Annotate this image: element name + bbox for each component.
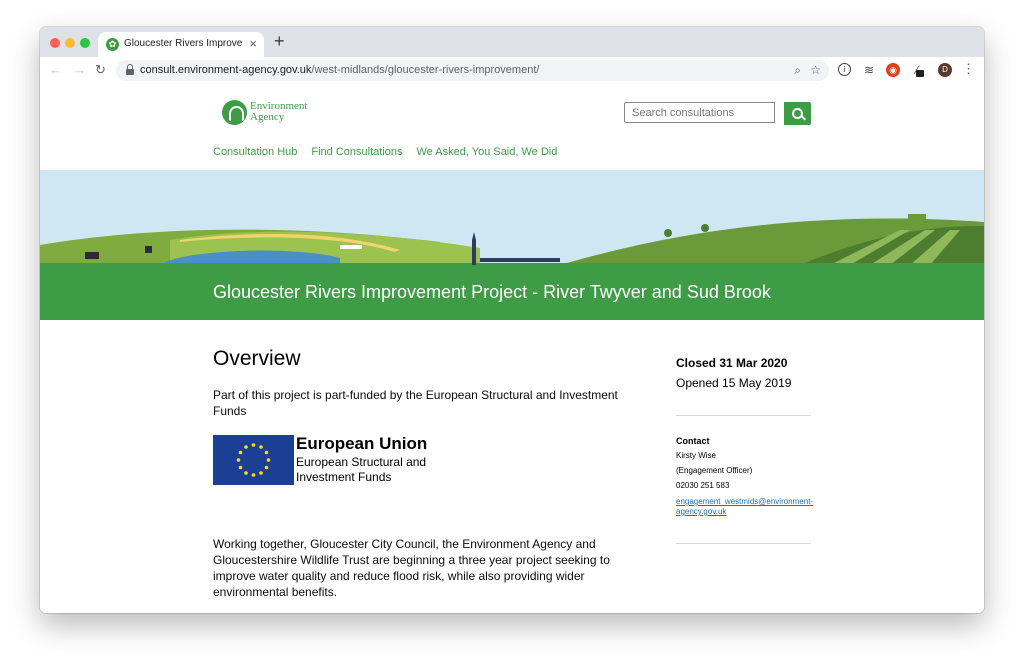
reload-icon[interactable]: ↻ (95, 62, 106, 78)
tree-2 (701, 224, 709, 232)
browser-toolbar: ← → ↻ consult.environment-agency.gov.uk/… (40, 57, 984, 85)
eu-flag-background (213, 435, 294, 485)
eu-star-icon (266, 458, 271, 462)
eu-title: European Union (296, 434, 428, 453)
shield-extension-icon[interactable]: ◉ (886, 63, 900, 77)
eu-star-icon (236, 458, 241, 462)
zoom-icon[interactable]: ⌕ (794, 63, 801, 78)
bookmark-star-icon[interactable]: ☆ (810, 63, 821, 77)
page-title-bar: Gloucester Rivers Improvement Project - … (40, 265, 984, 320)
eu-subtitle: European Structural and Investment Funds (296, 455, 427, 484)
eu-star-icon (238, 450, 243, 455)
funding-text: Part of this project is part-funded by t… (213, 388, 618, 418)
eu-flag-icon (213, 435, 294, 485)
opened-date: Opened 15 May 2019 (676, 376, 792, 390)
cow-2 (145, 246, 152, 253)
eu-star-icon (264, 465, 269, 470)
profile-avatar[interactable]: D (938, 63, 952, 77)
search-input[interactable] (624, 102, 775, 123)
layers-extension-icon[interactable]: ≋ (862, 63, 876, 77)
url-path: /west-midlands/gloucester-rivers-improve… (311, 64, 540, 76)
eu-star-icon (238, 465, 243, 470)
viaduct (480, 258, 560, 262)
url-text[interactable]: consult.environment-agency.gov.uk/west-m… (140, 64, 539, 76)
contact-role: (Engagement Officer) (676, 466, 753, 475)
url-host: consult.environment-agency.gov.uk (140, 64, 312, 76)
password-manager-extension-icon[interactable]: i (838, 63, 851, 76)
nav-find-consultations[interactable]: Find Consultations (311, 146, 402, 158)
tab-title: Gloucester Rivers Improvement Project - … (124, 38, 242, 49)
contact-email-link[interactable]: engagement_westmids@environment-agency.g… (676, 497, 814, 517)
close-tab-icon[interactable]: × (249, 36, 257, 51)
nav-consultation-hub[interactable]: Consultation Hub (213, 146, 297, 158)
back-arrow-icon[interactable]: ← (49, 62, 62, 77)
tab-strip: ✿ Gloucester Rivers Improvement Project … (40, 27, 984, 57)
close-window-button[interactable] (50, 38, 60, 48)
eu-star-icon (244, 471, 248, 475)
maximize-window-button[interactable] (80, 38, 90, 48)
web-page: EnvironmentAgency Consultation Hub Find C… (40, 84, 984, 613)
eu-star-icon (251, 443, 256, 447)
search-icon (792, 108, 803, 119)
eu-star-icon (244, 445, 248, 449)
eu-star-icon (259, 445, 263, 449)
browser-tab[interactable]: ✿ Gloucester Rivers Improvement Project … (98, 32, 264, 57)
contact-name: Kirsty Wise (676, 451, 716, 460)
logo-line-2: Agency (250, 111, 285, 123)
tree-1 (664, 229, 672, 237)
eu-star-icon (259, 471, 263, 475)
eu-star-icon (264, 450, 269, 455)
environment-agency-favicon-icon: ✿ (106, 38, 119, 51)
tree-logo-icon (222, 100, 247, 125)
forward-arrow-icon[interactable]: → (73, 62, 86, 77)
contact-heading: Contact (676, 436, 710, 446)
nav-we-asked[interactable]: We Asked, You Said, We Did (417, 146, 558, 158)
main-nav: Consultation Hub Find Consultations We Ask… (213, 146, 571, 158)
overview-heading: Overview (213, 347, 301, 370)
tractor (908, 214, 926, 222)
closed-date: Closed 31 Mar 2020 (676, 356, 788, 370)
eu-star-icon (251, 473, 256, 477)
footbridge (340, 245, 362, 249)
lock-icon (126, 64, 134, 75)
logo-text: Environment Agency (250, 101, 330, 123)
landscape-banner (40, 170, 984, 265)
sidebar-divider (676, 543, 811, 544)
browser-window: ✿ Gloucester Rivers Improvement Project … (40, 27, 984, 613)
search-button[interactable] (784, 102, 811, 125)
page-title: Gloucester Rivers Improvement Project - … (213, 282, 771, 302)
eyedropper-extension-icon[interactable]: ⁄ (910, 63, 924, 77)
contact-phone: 02030 251 583 (676, 481, 730, 490)
environment-agency-logo[interactable]: Environment Agency (222, 99, 322, 129)
sidebar-divider (676, 415, 811, 416)
minimize-window-button[interactable] (65, 38, 75, 48)
browser-menu-icon[interactable]: ⋮ (962, 61, 975, 77)
cow-1 (85, 252, 99, 259)
intro-paragraph: Working together, Gloucester City Counci… (213, 537, 610, 599)
new-tab-icon[interactable]: + (274, 31, 285, 52)
address-bar[interactable]: consult.environment-agency.gov.uk/west-m… (116, 60, 829, 81)
